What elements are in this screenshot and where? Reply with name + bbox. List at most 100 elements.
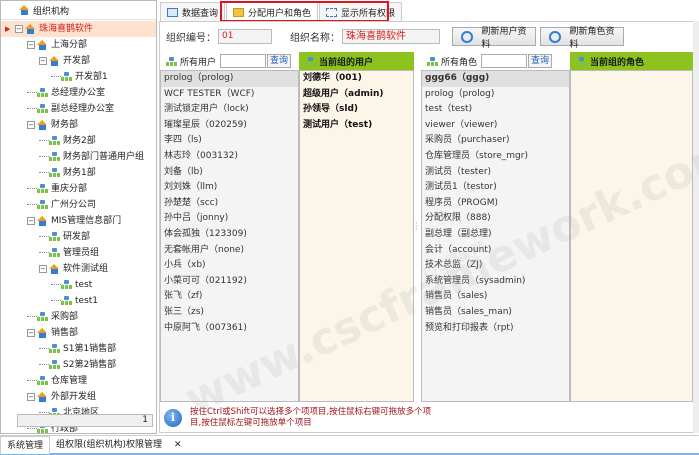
tree-node[interactable]: test1 [1,293,156,309]
list-item[interactable]: 副总理（副总理) [422,227,569,243]
org-code-field[interactable]: 01 [218,29,272,44]
tree-node[interactable]: 财务1部 [1,165,156,181]
list-item[interactable]: 刘德华（001) [300,71,413,87]
org-name-field[interactable]: 珠海喜鹊软件 [342,29,440,44]
current-users-list[interactable]: 刘德华（001) 超级用户（admin) 孙领导（sld) 测试用户（test) [299,70,414,402]
tree-connector [51,300,61,301]
list-item[interactable]: 无套帐用户（none) [161,243,298,259]
list-item[interactable]: 中原阿飞（007361) [161,321,298,337]
list-item[interactable]: 销售员（sales_man) [422,305,569,321]
tree-node[interactable]: 重庆分部 [1,181,156,197]
list-item[interactable]: prolog（prolog) [161,71,298,87]
tree-node-label: test [75,280,93,290]
tree-node[interactable]: 副总经理办公室 [1,101,156,117]
tree-node[interactable]: 财务2部 [1,133,156,149]
collapse-icon[interactable]: − [27,40,35,49]
tree-node[interactable]: 财务部门普通用户组 [1,149,156,165]
all-roles-list[interactable]: ggg66（ggg) prolog（prolog) test（test) viewer… [421,70,570,402]
tree-node-label: 总经理办公室 [51,88,106,98]
tree-node[interactable]: − 软件测试组 [1,261,156,277]
tree-node[interactable]: 开发部1 [1,69,156,85]
list-item[interactable]: 会计（account) [422,243,569,259]
tree-node[interactable]: − 外部开发组 [1,389,156,405]
list-item[interactable]: 测试员1（testor) [422,180,569,196]
list-item[interactable]: 孙中吕（jonny) [161,211,298,227]
bottom-tab-system[interactable]: 系统管理 [0,435,51,454]
collapse-icon[interactable]: − [15,24,23,33]
tree-node[interactable]: − 上海分部 [1,37,156,53]
tree-node[interactable]: ▶ − 珠海喜鹊软件 [1,21,156,37]
list-item[interactable]: 程序员（PROGM) [422,196,569,212]
org-code-label: 组织编号： [166,33,216,44]
list-item[interactable]: 林志玲（003132) [161,149,298,165]
list-item[interactable]: 小兵（xb) [161,258,298,274]
house-icon [49,263,60,274]
list-item[interactable]: 系统管理员（sysadmin) [422,274,569,290]
tree-node[interactable]: 仓库管理 [1,373,156,389]
list-item[interactable]: 技术总监（ZJ) [422,258,569,274]
list-item[interactable]: 孙领导（sld) [300,102,413,118]
close-tab-icon[interactable]: ✕ [168,436,188,454]
list-item[interactable]: 测试用户（test) [300,118,413,134]
user-search-button[interactable]: 查询 [267,54,292,68]
tree-node-label: 销售部 [51,328,79,338]
collapse-icon[interactable]: − [27,392,35,401]
user-search-input[interactable] [220,54,267,68]
tree-node[interactable]: S1第1销售部 [1,341,156,357]
tree-node[interactable]: 采购部 [1,309,156,325]
collapse-icon[interactable]: − [39,264,47,273]
tree-node-label: 仓库管理 [51,376,88,386]
tree-node[interactable]: test [1,277,156,293]
bottom-tab-group-permissions[interactable]: 组权限(组织机构)权限管理 [50,436,168,454]
collapse-icon[interactable]: − [27,328,35,337]
tree-node[interactable]: − 开发部 [1,53,156,69]
record-count: 1 [17,414,153,427]
tree-node[interactable]: S2第2销售部 [1,357,156,373]
list-item[interactable]: prolog（prolog) [422,87,569,103]
list-item[interactable]: 销售员（sales) [422,289,569,305]
list-item[interactable]: 测试锁定用户（lock) [161,102,298,118]
tree-node[interactable]: 研发部 [1,229,156,245]
org-tree[interactable]: ▶ − 珠海喜鹊软件 − 上海分部 − 开发部 开发部1 总经理办公室副总经理办公室 − 财务部财务… [1,21,156,437]
tree-node[interactable]: − 销售部 [1,325,156,341]
house-icon [37,327,48,338]
collapse-icon[interactable]: − [39,56,47,65]
tree-node[interactable]: 总经理办公室 [1,85,156,101]
list-item[interactable]: WCF TESTER（WCF) [161,87,298,103]
list-item[interactable]: 李四（ls) [161,133,298,149]
list-item[interactable]: 刘备（lb) [161,165,298,181]
tab-data-query[interactable]: 数据查询 [160,2,226,21]
all-users-column: 所有用户 查询 prolog（prolog) WCF TESTER（WCF) 测试锁定… [160,52,299,402]
tree-node[interactable]: 管理员组 [1,245,156,261]
collapse-icon[interactable]: − [27,120,35,129]
list-item[interactable]: 体会孤独（123309) [161,227,298,243]
list-item[interactable]: ggg66（ggg) [422,71,569,87]
refresh-roles-button[interactable]: 刷新角色资料 [540,27,624,50]
list-item[interactable]: 孙楚楚（scc) [161,196,298,212]
list-item[interactable]: viewer（viewer) [422,118,569,134]
tree-node[interactable]: − 财务部 [1,117,156,133]
list-item[interactable]: 预览和打印报表（rpt) [422,321,569,337]
refresh-users-button[interactable]: 刷新用户资料 [452,27,536,50]
list-item[interactable]: test（test) [422,102,569,118]
list-item[interactable]: 分配权限（888) [422,211,569,227]
role-search-input[interactable] [481,54,528,68]
list-item[interactable]: 张飞（zf) [161,289,298,305]
tree-node[interactable]: − MIS管理信息部门 [1,213,156,229]
tree-node[interactable]: 广州分公司 [1,197,156,213]
tree-node-label: 财务部 [51,120,79,130]
list-item[interactable]: 张三（zs) [161,305,298,321]
list-item[interactable]: 璀璨星辰（020259) [161,118,298,134]
list-item[interactable]: 仓库管理员（store_mgr) [422,149,569,165]
list-item[interactable]: 超级用户（admin) [300,87,413,103]
vertical-scrollbar[interactable] [693,21,699,433]
list-item[interactable]: 测试员（tester) [422,165,569,181]
list-item[interactable]: 刘刘姝（llm) [161,180,298,196]
collapse-icon[interactable]: − [27,216,35,225]
list-item[interactable]: 采购员（purchaser) [422,133,569,149]
group-icon [49,248,60,257]
current-roles-list[interactable] [570,70,693,402]
all-users-list[interactable]: prolog（prolog) WCF TESTER（WCF) 测试锁定用户（lock… [160,70,299,402]
role-search-button[interactable]: 查询 [528,54,553,68]
list-item[interactable]: 小菜可可（021192) [161,274,298,290]
